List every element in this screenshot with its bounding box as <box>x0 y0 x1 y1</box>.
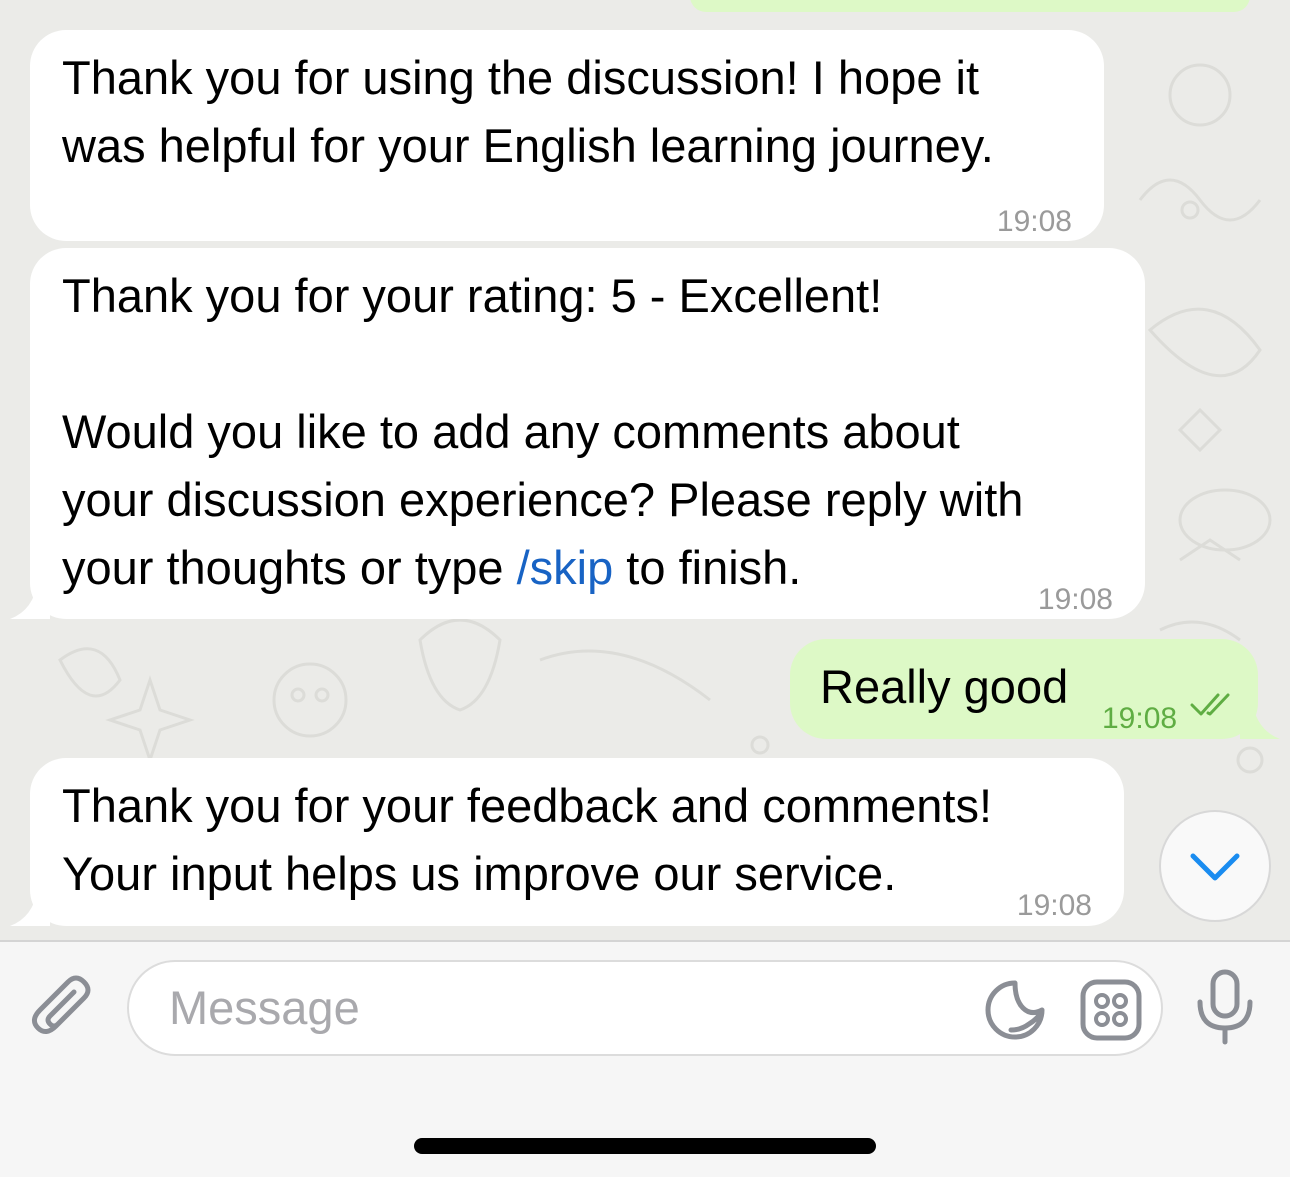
message-text-line: your thoughts or type /skip to finish. <box>62 534 801 602</box>
home-indicator[interactable] <box>414 1138 876 1154</box>
message-text-line: Thank you for your feedback and comments… <box>62 779 993 832</box>
message-text-line: Your input helps us improve our service. <box>62 847 897 900</box>
chevron-down-icon <box>1190 853 1240 881</box>
message-text-line: Thank you for using the discussion! I ho… <box>62 51 980 104</box>
message-text-line: your discussion experience? Please reply… <box>62 473 1024 526</box>
message-timestamp: 19:08 <box>1102 702 1178 735</box>
emoji-keyboard-icon[interactable] <box>1079 978 1143 1042</box>
message-input-placeholder: Message <box>169 981 360 1034</box>
message-timestamp: 19:08 <box>996 205 1072 238</box>
incoming-message[interactable]: Thank you for your rating: 5 - Excellent… <box>30 248 1145 619</box>
microphone-icon[interactable] <box>1190 966 1260 1046</box>
chat-area[interactable]: Thank you for using the discussion! I ho… <box>0 0 1290 940</box>
attach-paperclip-icon[interactable] <box>24 970 104 1050</box>
scroll-to-bottom-button[interactable] <box>1159 810 1271 922</box>
bubble-tail <box>1240 700 1280 739</box>
message-input[interactable]: Message <box>127 960 1163 1056</box>
message-timestamp: 19:08 <box>1016 889 1092 922</box>
bubble-tail <box>10 887 50 926</box>
read-double-check-icon <box>1190 693 1230 716</box>
outgoing-message[interactable]: Really good 19:08 <box>790 639 1258 739</box>
incoming-message[interactable]: Thank you for using the discussion! I ho… <box>30 30 1104 241</box>
message-text-line: Would you like to add any comments about <box>62 405 960 458</box>
message-composer-bar: Message <box>0 940 1290 1177</box>
message-text-segment: your thoughts or type <box>62 541 517 594</box>
message-timestamp: 19:08 <box>1037 583 1113 616</box>
bubble-tail <box>10 580 50 619</box>
incoming-message[interactable]: Thank you for your feedback and comments… <box>30 758 1124 926</box>
previous-outgoing-message-edge <box>690 0 1250 12</box>
message-text-line: Thank you for your rating: 5 - Excellent… <box>62 269 883 322</box>
sticker-icon[interactable] <box>983 978 1047 1042</box>
message-text-line: Really good <box>820 660 1069 713</box>
skip-command-link[interactable]: /skip <box>517 541 614 594</box>
message-text-line: was helpful for your English learning jo… <box>62 119 994 172</box>
message-text-segment: to finish. <box>613 541 802 594</box>
